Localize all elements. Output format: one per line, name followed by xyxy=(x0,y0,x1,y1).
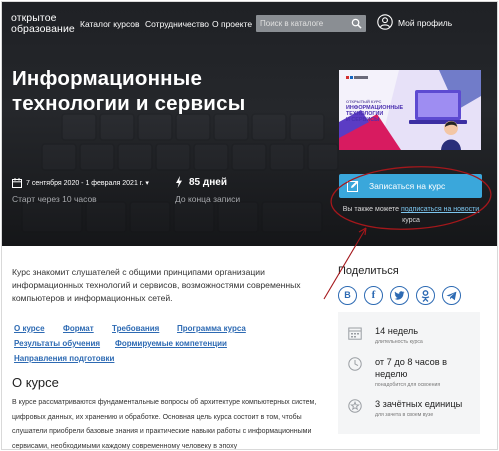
course-cover-image: ОТКРЫТЫЙ КУРС ИНФОРМАЦИОННЫЕ ТЕХНОЛОГИИ … xyxy=(339,70,481,150)
telegram-plane-icon xyxy=(446,291,457,301)
workload-note: понадобится для освоения xyxy=(375,382,441,388)
tab-requirements[interactable]: Требования xyxy=(112,324,159,333)
logo-line2: образование xyxy=(11,23,75,35)
calendar-icon xyxy=(348,327,362,340)
facebook-share-glyph: f xyxy=(371,289,376,301)
search-icon[interactable] xyxy=(351,18,362,29)
course-title-line2: технологии и сервисы xyxy=(12,92,246,115)
subscribe-note-suffix: курса xyxy=(402,217,420,224)
course-info-card: 14 недель длительность курса от 7 до 8 ч… xyxy=(338,312,480,434)
ok-glyph-icon xyxy=(421,290,430,302)
subscribe-note-prefix: Вы также можете xyxy=(342,206,401,213)
tab-competencies[interactable]: Формируемые компетенции xyxy=(115,339,227,348)
cover-title-line3: И СЕРВИСЫ xyxy=(346,117,380,123)
tab-learning-results[interactable]: Результаты обучения xyxy=(14,339,100,348)
enroll-button-label: Записаться на курс xyxy=(369,181,446,191)
credits-value: 3 зачётных единицы xyxy=(375,399,463,409)
course-intro: Курс знакомит слушателей с общими принци… xyxy=(12,267,301,303)
odnoklassniki-share-icon[interactable] xyxy=(416,286,435,305)
course-title: Информационные технологии и сервисы xyxy=(12,66,312,116)
days-left-label: До конца записи xyxy=(175,194,241,204)
twitter-bird-icon xyxy=(394,291,405,300)
about-heading: О курсе xyxy=(12,375,59,390)
vk-share-icon[interactable]: B xyxy=(338,286,357,305)
about-body: В курсе рассматриваются фундаментальные … xyxy=(12,399,317,450)
page-frame: открытое образование Каталог курсов Сотр… xyxy=(1,1,498,450)
profile-icon[interactable] xyxy=(377,14,393,30)
start-countdown: Старт через 10 часов xyxy=(12,194,97,204)
site-logo[interactable]: открытое образование xyxy=(11,13,75,35)
lightning-icon xyxy=(176,176,182,188)
days-left-value: 85 дней xyxy=(189,177,227,188)
course-title-line1: Информационные xyxy=(12,67,203,90)
tab-training-directions[interactable]: Направления подготовки xyxy=(14,354,114,363)
nav-about[interactable]: О проекте xyxy=(212,19,252,29)
telegram-share-icon[interactable] xyxy=(442,286,461,305)
facebook-share-icon[interactable]: f xyxy=(364,286,383,305)
profile-link[interactable]: Мой профиль xyxy=(398,18,452,28)
edit-icon xyxy=(347,180,359,192)
enroll-button[interactable]: Записаться на курс xyxy=(339,174,482,198)
cover-kicker: ОТКРЫТЫЙ КУРС xyxy=(346,99,382,104)
calendar-icon xyxy=(12,178,22,188)
workload-value: от 7 до 8 часов в неделю xyxy=(375,357,448,379)
clock-icon xyxy=(348,357,362,371)
tab-about[interactable]: О курсе xyxy=(14,324,45,333)
cover-title: ИНФОРМАЦИОННЫЕ ТЕХНОЛОГИИ И СЕРВИСЫ xyxy=(346,105,403,123)
vk-share-glyph: B xyxy=(344,290,351,300)
duration-value: 14 недель xyxy=(375,326,419,336)
tab-format[interactable]: Формат xyxy=(63,324,94,333)
star-badge-icon xyxy=(348,399,362,413)
subscribe-note: Вы также можете подписаться на новости к… xyxy=(338,204,484,226)
search-input[interactable] xyxy=(260,17,348,30)
credits-note: для зачета в своем вузе xyxy=(375,412,434,418)
nav-cooperation[interactable]: Сотрудничество xyxy=(145,19,209,29)
share-title: Поделиться xyxy=(338,265,399,277)
tab-program[interactable]: Программа курса xyxy=(177,324,246,333)
subscribe-news-link[interactable]: подписаться на новости xyxy=(401,206,479,213)
nav-catalog[interactable]: Каталог курсов xyxy=(80,19,140,29)
course-dates-dropdown[interactable]: 7 сентября 2020 - 1 февраля 2021 г. ▾ xyxy=(26,179,149,187)
duration-note: длительность курса xyxy=(375,339,423,345)
twitter-share-icon[interactable] xyxy=(390,286,409,305)
search-box xyxy=(256,15,366,32)
